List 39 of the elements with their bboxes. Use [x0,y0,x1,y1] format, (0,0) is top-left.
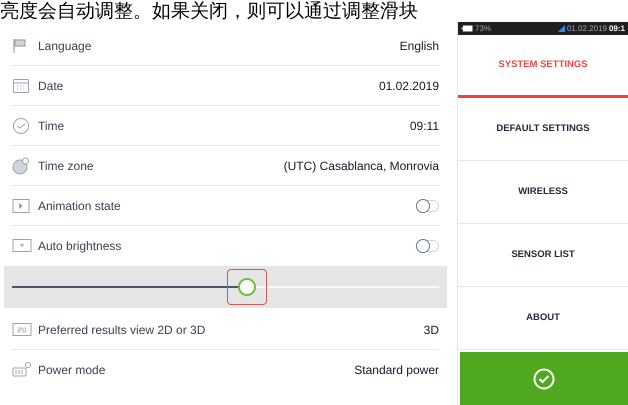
status-time: 09:1 [608,24,625,32]
highlight-frame [226,269,267,305]
setting-value[interactable]: English [400,36,439,54]
slider-thumb[interactable] [238,278,256,296]
setting-value[interactable]: 09:11 [410,116,439,134]
battery-icon [461,25,473,32]
setting-label: Animation state [38,198,121,214]
signal-icon [558,25,565,32]
setting-label: Auto brightness [38,238,122,255]
menu-tab[interactable]: ABOUT [458,287,628,350]
caption-text: 亮度会自动调整。如果关闭，则可以通过调整滑块 [0,0,418,22]
setting-label: Time [38,118,64,134]
menu-tab[interactable]: SENSOR LIST [458,224,628,287]
video-icon [12,198,30,214]
setting-label: Preferred results view 2D or 3D [38,322,206,338]
calendar-icon [12,76,30,94]
setting-label: Date [38,78,64,94]
screen-icon [12,238,32,254]
setting-value[interactable]: 01.02.2019 [378,76,439,94]
status-date: 01.02.2019 [566,24,607,32]
setting-value[interactable]: Standard power [354,361,439,379]
setting-value[interactable]: (UTC) Casablanca, Monrovia [284,156,439,174]
setting-label: Language [38,38,92,54]
battery-level: 73% [475,24,492,32]
menu-tab[interactable]: DEFAULT SETTINGS [458,98,628,161]
setting-label: Time zone [38,158,94,174]
toggle-switch[interactable] [417,240,439,252]
setting-value[interactable]: 3D [424,320,439,338]
view-icon [12,322,32,338]
menu-tab[interactable]: WIRELESS [458,161,628,224]
slider-track[interactable] [12,278,439,296]
setting-label: Power mode [38,362,106,379]
menu-tab[interactable]: SYSTEM SETTINGS [458,35,628,98]
check-icon [533,368,555,390]
toggle-switch[interactable] [417,200,439,212]
globe-icon [12,156,30,174]
clock-icon [12,116,30,134]
battery-icon [12,362,32,378]
flag-icon [12,38,28,54]
